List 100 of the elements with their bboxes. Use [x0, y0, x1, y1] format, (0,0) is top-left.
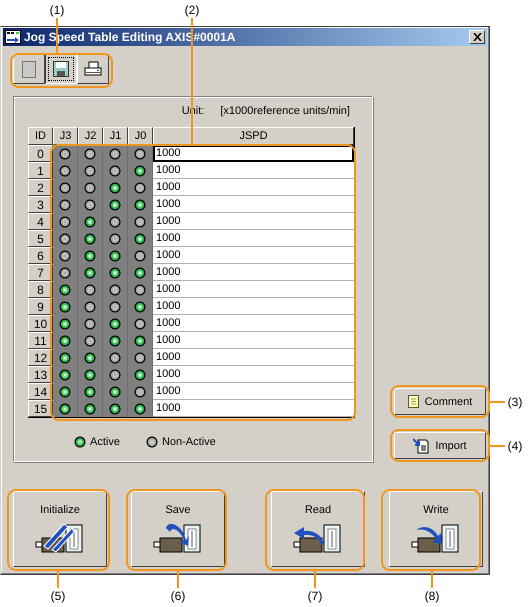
leader-line [57, 570, 59, 588]
active-led-icon[interactable] [84, 266, 96, 278]
speed-field[interactable]: 1000 [153, 213, 354, 230]
leader-line [177, 570, 179, 588]
active-led-icon[interactable] [84, 386, 96, 398]
speed-field[interactable]: 1000 [153, 349, 354, 366]
row-header: 3 [28, 196, 53, 213]
speed-field[interactable]: 1000 [153, 332, 354, 349]
leader-line [489, 445, 505, 447]
inactive-led-icon [146, 436, 158, 448]
write-button[interactable]: Write [389, 491, 483, 567]
active-led-icon[interactable] [134, 164, 146, 176]
active-led-icon[interactable] [84, 216, 96, 228]
row-header: 0 [28, 145, 53, 162]
note-icon [408, 395, 419, 408]
speed-field[interactable]: 1000 [153, 230, 354, 247]
speed-field[interactable]: 1000 [153, 298, 354, 315]
active-led-icon [74, 436, 86, 448]
row-header: 2 [28, 179, 53, 196]
active-led-icon[interactable] [109, 334, 121, 346]
speed-field[interactable]: 1000 [153, 400, 354, 417]
active-led-icon[interactable] [134, 368, 146, 380]
active-led-icon[interactable] [84, 250, 96, 262]
active-led-icon[interactable] [109, 318, 121, 330]
speed-field[interactable]: 1000 [153, 315, 354, 332]
import-button[interactable]: Import [394, 432, 486, 459]
speed-field[interactable]: 1000 [153, 162, 354, 179]
initialize-button[interactable]: Initialize [13, 491, 107, 567]
active-led-icon[interactable] [59, 334, 71, 346]
speed-field[interactable]: 1000 [153, 179, 354, 196]
column-header: J2 [78, 127, 103, 145]
blank-page-icon [22, 60, 36, 78]
import-icon [413, 438, 430, 454]
leader-line [314, 570, 316, 588]
active-led-icon[interactable] [59, 368, 71, 380]
active-led-icon[interactable] [59, 386, 71, 398]
active-led-icon[interactable] [84, 232, 96, 244]
row-header: 13 [28, 366, 53, 383]
row-header: 12 [28, 349, 53, 366]
row-header: 6 [28, 247, 53, 264]
active-led-icon[interactable] [109, 250, 121, 262]
row-header: 10 [28, 315, 53, 332]
column-header: ID [28, 127, 53, 145]
callout-label: (8) [424, 589, 440, 603]
printer-icon [84, 61, 102, 77]
column-header: JSPD [153, 127, 354, 145]
speed-field[interactable]: 1000 [153, 366, 354, 383]
column-header: J0 [128, 127, 153, 145]
callout-label: (7) [308, 589, 322, 603]
callout-label: (5) [50, 589, 66, 603]
active-led-icon[interactable] [109, 198, 121, 210]
active-led-icon[interactable] [59, 402, 71, 414]
leader-line [489, 401, 505, 403]
active-led-icon[interactable] [59, 300, 71, 312]
speed-field[interactable]: 1000 [153, 145, 354, 162]
callout-label: (3) [508, 395, 522, 409]
callout-label: (1) [50, 3, 64, 17]
active-led-icon[interactable] [134, 198, 146, 210]
active-led-icon[interactable] [84, 352, 96, 364]
row-header: 1 [28, 162, 53, 179]
active-led-icon[interactable] [59, 284, 71, 296]
active-led-icon[interactable] [84, 368, 96, 380]
speed-field[interactable]: 1000 [153, 264, 354, 281]
active-led-icon[interactable] [109, 266, 121, 278]
column-header: J1 [103, 127, 128, 145]
row-header: 4 [28, 213, 53, 230]
comment-button[interactable]: Comment [394, 388, 486, 415]
read-button[interactable]: Read [271, 491, 365, 567]
close-icon [472, 33, 482, 41]
row-header: 11 [28, 332, 53, 349]
row-header: 14 [28, 383, 53, 400]
speed-field[interactable]: 1000 [153, 196, 354, 213]
active-led-icon[interactable] [134, 402, 146, 414]
active-led-icon[interactable] [134, 300, 146, 312]
callout-label: (2) [184, 3, 200, 17]
active-led-icon[interactable] [134, 232, 146, 244]
speed-field[interactable]: 1000 [153, 247, 354, 264]
unit-value: [x1000reference units/min] [220, 105, 350, 119]
active-led-icon[interactable] [84, 402, 96, 414]
speed-field[interactable]: 1000 [153, 281, 354, 298]
column-header: J3 [53, 127, 78, 145]
leader-line [431, 570, 433, 588]
callout-label: (6) [170, 589, 186, 603]
active-led-icon[interactable] [134, 266, 146, 278]
save-button[interactable]: Save [131, 491, 225, 567]
row-header: 5 [28, 230, 53, 247]
row-header: 8 [28, 281, 53, 298]
active-led-icon[interactable] [59, 318, 71, 330]
toolbar-button[interactable] [45, 54, 77, 84]
app-icon [5, 30, 21, 44]
active-led-icon[interactable] [109, 182, 121, 194]
callout-label: (4) [508, 439, 522, 453]
close-button[interactable] [469, 30, 485, 44]
active-led-icon[interactable] [109, 386, 121, 398]
row-header: 9 [28, 298, 53, 315]
row-header: 15 [28, 400, 53, 417]
active-led-icon[interactable] [134, 334, 146, 346]
active-led-icon[interactable] [59, 352, 71, 364]
speed-field[interactable]: 1000 [153, 383, 354, 400]
active-led-icon[interactable] [109, 402, 121, 414]
